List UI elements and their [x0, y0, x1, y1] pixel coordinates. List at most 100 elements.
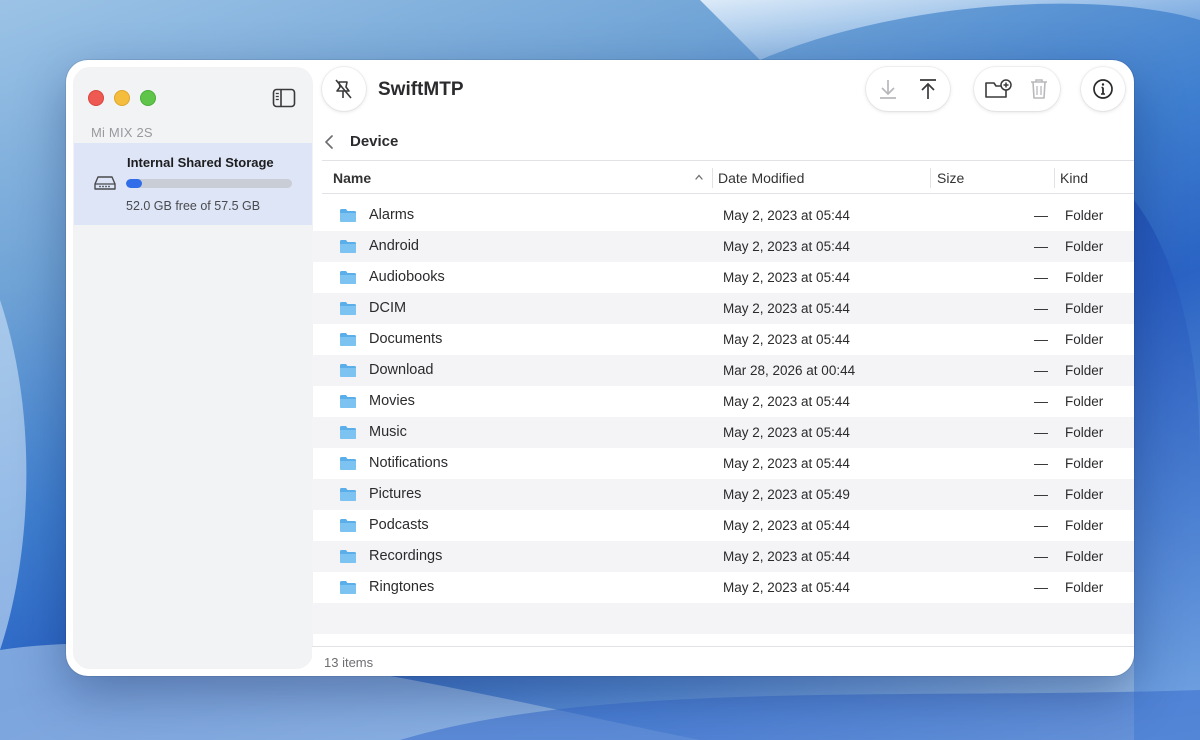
- folder-icon: [339, 518, 357, 533]
- table-row[interactable]: DCIM May 2, 2023 at 05:44 — Folder: [312, 293, 1134, 324]
- folder-icon: [339, 394, 357, 409]
- file-kind: Folder: [1065, 208, 1104, 223]
- new-folder-button[interactable]: [984, 75, 1012, 103]
- date-modified: May 2, 2023 at 05:44: [723, 301, 850, 316]
- storage-usage-bar: [126, 179, 292, 188]
- table-row[interactable]: Pictures May 2, 2023 at 05:49 — Folder: [312, 479, 1134, 510]
- date-modified: May 2, 2023 at 05:44: [723, 518, 850, 533]
- date-modified: May 2, 2023 at 05:44: [723, 425, 850, 440]
- file-kind: Folder: [1065, 580, 1104, 595]
- column-header-name[interactable]: Name: [333, 170, 371, 186]
- file-size: —: [1034, 455, 1048, 471]
- zoom-button[interactable]: [140, 90, 156, 106]
- file-name: Ringtones: [369, 579, 435, 595]
- date-modified: May 2, 2023 at 05:44: [723, 456, 850, 471]
- column-divider[interactable]: [712, 168, 713, 188]
- table-row[interactable]: Download Mar 28, 2026 at 00:44 — Folder: [312, 355, 1134, 386]
- file-name: Movies: [369, 393, 415, 409]
- table-row[interactable]: Notifications May 2, 2023 at 05:44 — Folder: [312, 448, 1134, 479]
- file-size: —: [1034, 393, 1048, 409]
- file-kind: Folder: [1065, 239, 1104, 254]
- file-size: —: [1034, 486, 1048, 502]
- table-row[interactable]: Documents May 2, 2023 at 05:44 — Folder: [312, 324, 1134, 355]
- download-button[interactable]: [874, 75, 902, 103]
- info-icon: [1093, 79, 1113, 99]
- folder-action-group: [974, 67, 1060, 111]
- table-row[interactable]: Audiobooks May 2, 2023 at 05:44 — Folder: [312, 262, 1134, 293]
- file-name: Pictures: [369, 486, 422, 502]
- file-kind: Folder: [1065, 394, 1104, 409]
- close-button[interactable]: [88, 90, 104, 106]
- column-header-size[interactable]: Size: [937, 170, 964, 186]
- file-size: —: [1034, 269, 1048, 285]
- file-kind: Folder: [1065, 518, 1104, 533]
- delete-button[interactable]: [1025, 75, 1053, 103]
- sidebar: Mi MIX 2S Internal Shared Storage 52.0 G…: [74, 68, 312, 668]
- table-row[interactable]: Podcasts May 2, 2023 at 05:44 — Folder: [312, 510, 1134, 541]
- file-kind: Folder: [1065, 425, 1104, 440]
- file-name: Download: [369, 362, 434, 378]
- file-size: —: [1034, 300, 1048, 316]
- file-name: Recordings: [369, 548, 443, 564]
- file-name: DCIM: [369, 300, 407, 316]
- table-header: Name Date Modified Size Kind: [322, 160, 1134, 194]
- trash-icon: [1031, 79, 1047, 99]
- pin-icon: [335, 79, 352, 99]
- file-name: Android: [369, 238, 419, 254]
- table-row[interactable]: Recordings May 2, 2023 at 05:44 — Folder: [312, 541, 1134, 572]
- path-bar: Device: [312, 126, 1134, 160]
- download-icon: [880, 80, 896, 99]
- table-row[interactable]: Ringtones May 2, 2023 at 05:44 — Folder: [312, 572, 1134, 603]
- chevron-left-icon: [325, 135, 333, 149]
- column-divider[interactable]: [930, 168, 931, 188]
- date-modified: May 2, 2023 at 05:44: [723, 394, 850, 409]
- current-location: Device: [350, 133, 399, 150]
- file-size: —: [1034, 517, 1048, 533]
- device-name: Mi MIX 2S: [91, 125, 153, 140]
- file-size: —: [1034, 548, 1048, 564]
- table-row[interactable]: Android May 2, 2023 at 05:44 — Folder: [312, 231, 1134, 262]
- storage-name: Internal Shared Storage: [127, 155, 274, 170]
- file-size: —: [1034, 424, 1048, 440]
- column-header-date[interactable]: Date Modified: [718, 170, 804, 186]
- table-row[interactable]: Music May 2, 2023 at 05:44 — Folder: [312, 417, 1134, 448]
- item-count: 13 items: [324, 655, 374, 670]
- column-divider[interactable]: [1054, 168, 1055, 188]
- file-name: Alarms: [369, 207, 415, 223]
- upload-button[interactable]: [914, 75, 942, 103]
- app-window: Mi MIX 2S Internal Shared Storage 52.0 G…: [66, 60, 1134, 676]
- minimize-button[interactable]: [114, 90, 130, 106]
- sidebar-toggle-button[interactable]: [272, 88, 296, 108]
- date-modified: Mar 28, 2026 at 00:44: [723, 363, 856, 378]
- file-kind: Folder: [1065, 549, 1104, 564]
- folder-icon: [339, 239, 357, 254]
- file-kind: Folder: [1065, 487, 1104, 502]
- file-name: Documents: [369, 331, 443, 347]
- file-size: —: [1034, 579, 1048, 595]
- file-kind: Folder: [1065, 332, 1104, 347]
- upload-icon: [920, 79, 936, 99]
- sidebar-item-internal-storage[interactable]: Internal Shared Storage 52.0 GB free of …: [74, 143, 312, 225]
- file-size: —: [1034, 238, 1048, 254]
- folder-icon: [339, 580, 357, 595]
- date-modified: May 2, 2023 at 05:44: [723, 239, 850, 254]
- table-row[interactable]: Alarms May 2, 2023 at 05:44 — Folder: [312, 200, 1134, 231]
- column-header-kind[interactable]: Kind: [1060, 170, 1088, 186]
- file-kind: Folder: [1065, 270, 1104, 285]
- pin-button[interactable]: [322, 67, 366, 111]
- storage-usage-fill: [126, 179, 142, 188]
- file-kind: Folder: [1065, 363, 1104, 378]
- file-kind: Folder: [1065, 301, 1104, 316]
- file-name: Notifications: [369, 455, 448, 471]
- table-row[interactable]: Movies May 2, 2023 at 05:44 — Folder: [312, 386, 1134, 417]
- date-modified: May 2, 2023 at 05:44: [723, 580, 850, 595]
- date-modified: May 2, 2023 at 05:44: [723, 549, 850, 564]
- folder-icon: [339, 301, 357, 316]
- info-button[interactable]: [1081, 67, 1125, 111]
- file-name: Music: [369, 424, 407, 440]
- file-name: Podcasts: [369, 517, 429, 533]
- file-size: —: [1034, 362, 1048, 378]
- back-button[interactable]: [322, 133, 338, 151]
- folder-icon: [339, 363, 357, 378]
- folder-icon: [339, 208, 357, 223]
